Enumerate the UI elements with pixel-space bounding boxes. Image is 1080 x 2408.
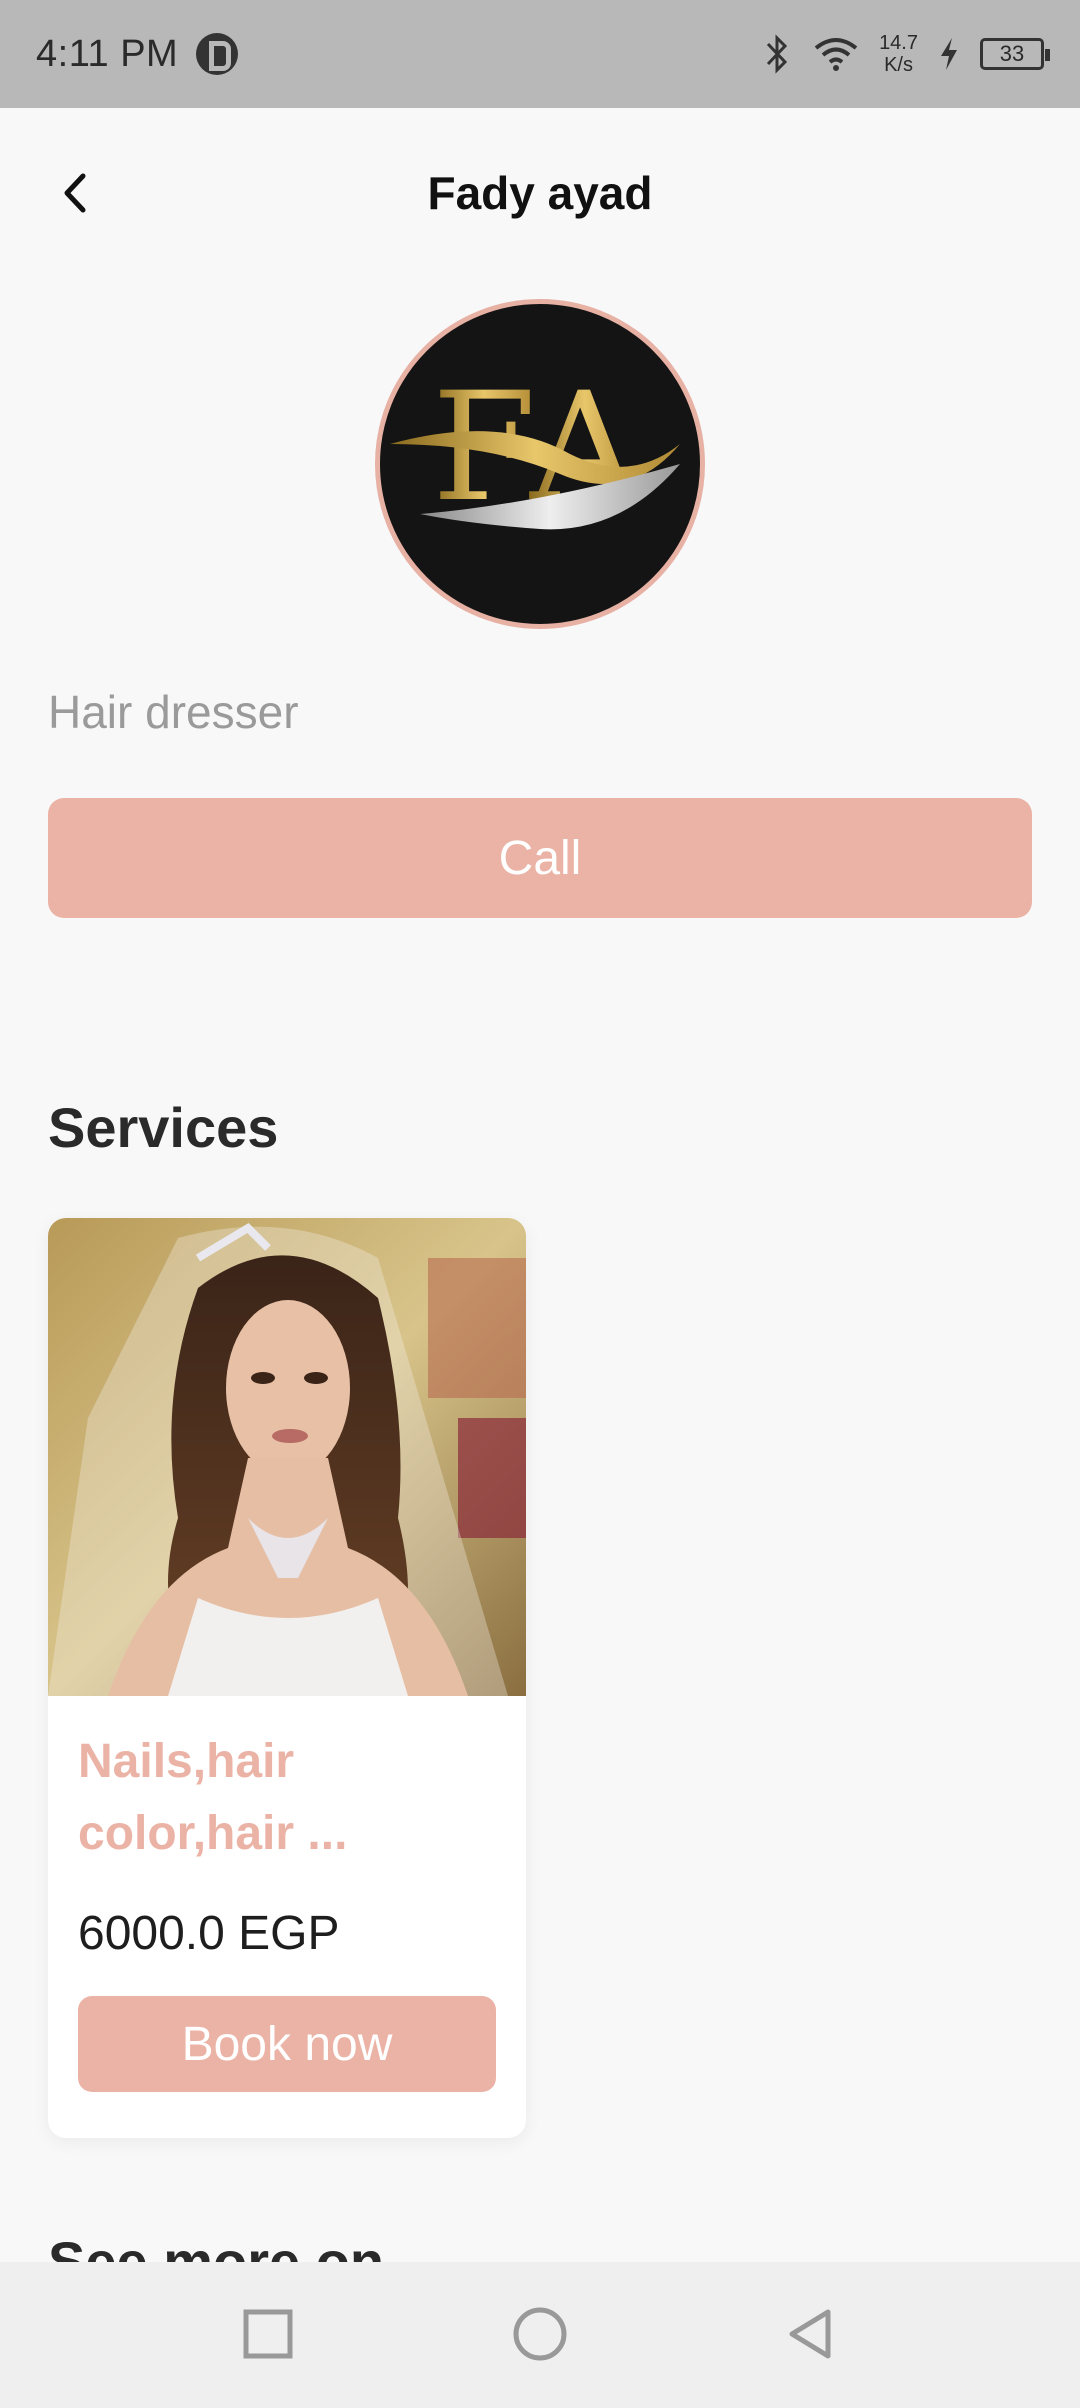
network-speed: 14.7 K/s [879,32,918,76]
bluetooth-icon [766,34,788,74]
service-name: Nails,hair color,hair ... [78,1735,348,1860]
service-price: 6000.0 EGP [78,1907,340,1960]
status-bar: 4:11 PM 14.7 K/s 33 [0,0,1080,108]
circle-icon [513,2307,567,2361]
battery-level: 33 [999,41,1025,66]
nav-back-button[interactable] [780,2304,840,2364]
page-title: Fady ayad [427,167,653,219]
service-photo [48,1218,526,1696]
square-icon [243,2309,293,2359]
services-heading: Services [48,1096,279,1159]
recents-button[interactable] [238,2304,298,2364]
fa-logo: F A [390,361,680,535]
profession-label: Hair dresser [48,686,299,738]
call-button[interactable]: Call [48,798,1032,918]
battery-indicator: 33 [980,38,1050,70]
status-time: 4:11 PM [36,32,179,75]
wifi-icon [814,38,858,71]
service-card[interactable]: Nails,hair color,hair ... 6000.0 EGP Boo… [48,1218,526,2138]
profile-avatar: F A [375,299,705,629]
network-speed-unit: K/s [884,54,913,76]
book-now-button[interactable]: Book now [78,1996,496,2092]
system-nav-bar [0,2262,1080,2408]
triangle-back-icon [789,2309,831,2359]
see-more-heading: See more on [48,2232,384,2262]
status-icons: 14.7 K/s 33 [763,32,1050,76]
home-button[interactable] [510,2304,570,2364]
app-notification-icon [196,33,239,75]
charging-icon [941,38,957,70]
network-speed-value: 14.7 [879,32,918,54]
app-header: Fady ayad [0,108,1080,278]
